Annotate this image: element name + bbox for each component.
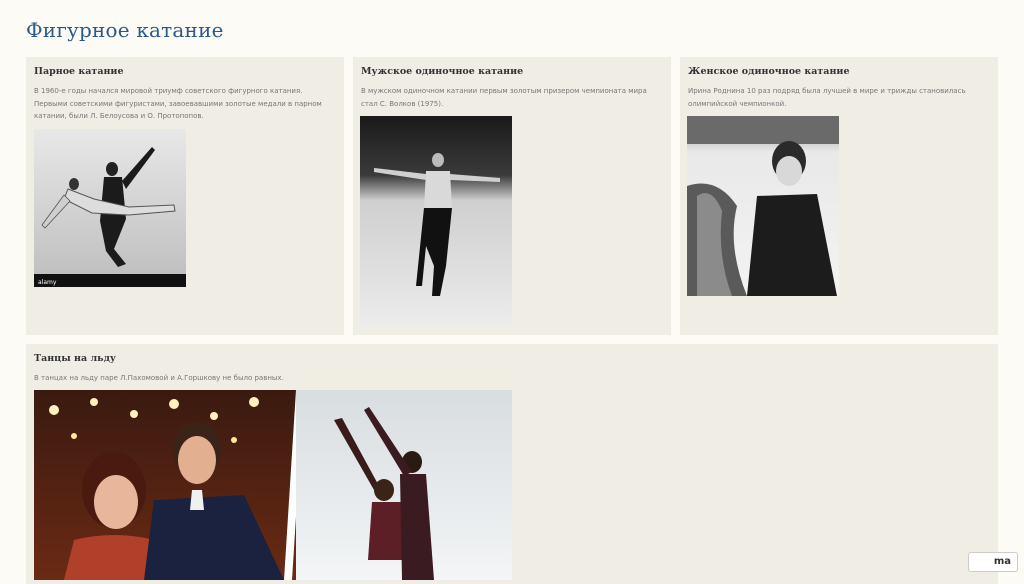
card-heading: Женское одиночное катание bbox=[688, 66, 850, 77]
card-text: В танцах на льду паре Л.Пахомовой и А.Го… bbox=[34, 374, 284, 382]
card-heading: Мужское одиночное катание bbox=[361, 66, 524, 77]
card-text: В мужском одиночном катании первым золот… bbox=[361, 87, 647, 108]
photo-watermark: alamy bbox=[38, 279, 57, 286]
pair-skating-photo: alamy bbox=[34, 129, 186, 287]
card-womens-single: Женское одиночное катание Ирина Роднина … bbox=[680, 57, 998, 335]
card-pair-skating: Парное катание В 1960-е годы начался мир… bbox=[26, 57, 344, 335]
mens-single-photo bbox=[360, 116, 512, 327]
card-heading: Танцы на льду bbox=[34, 353, 117, 364]
card-heading: Парное катание bbox=[34, 66, 124, 77]
card-text: Ирина Роднина 10 раз подряд была лучшей … bbox=[688, 87, 966, 108]
presentation-badge[interactable]: ma bbox=[968, 552, 1018, 572]
card-text: В 1960-е годы начался мировой триумф сов… bbox=[34, 87, 322, 120]
womens-single-photo bbox=[687, 116, 839, 296]
page-title: Фигурное катание bbox=[26, 18, 224, 42]
ice-dance-photo bbox=[34, 390, 512, 580]
card-ice-dance: Танцы на льду В танцах на льду паре Л.Па… bbox=[26, 344, 998, 584]
card-mens-single: Мужское одиночное катание В мужском один… bbox=[353, 57, 671, 335]
